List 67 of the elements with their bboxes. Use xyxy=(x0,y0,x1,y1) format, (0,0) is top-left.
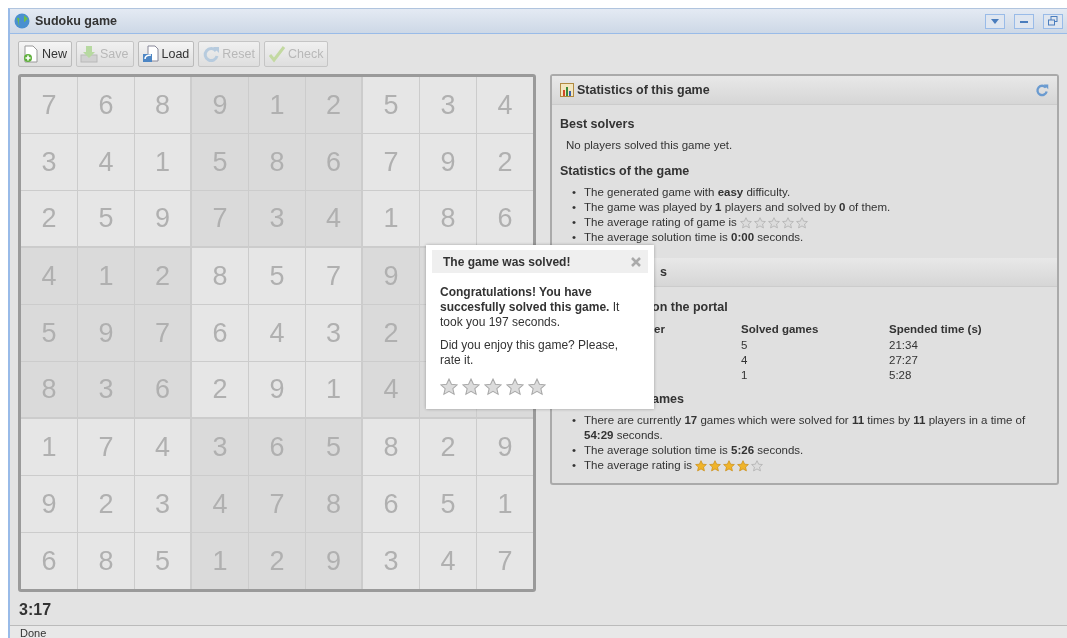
star-icon xyxy=(796,216,808,229)
star-icon xyxy=(695,459,708,472)
column-header: Spended time (s) xyxy=(889,323,982,335)
dialog-question: Did you enjoy this game? Please, rate it. xyxy=(440,338,620,368)
stats-item: The generated game with easy difficulty. xyxy=(584,186,791,198)
star-icon[interactable] xyxy=(440,378,458,396)
minimize-icon xyxy=(1020,19,1028,23)
status-bar: Done xyxy=(10,625,1067,638)
star-icon xyxy=(737,459,750,472)
bullet: • xyxy=(572,185,577,200)
chart-icon xyxy=(560,83,574,97)
download-tray-icon xyxy=(80,45,98,63)
minimize-button[interactable] xyxy=(1014,13,1034,29)
globe-icon xyxy=(14,13,30,29)
timer: 3:17 xyxy=(19,601,53,619)
caret-icon xyxy=(991,18,999,24)
table-cell: 27:27 xyxy=(889,354,918,366)
dialog-title: The game was solved! xyxy=(443,254,571,269)
stats-item: There are currently 17 games which were solved for 11 times by 11 players in a time of 54:29 seconds. xyxy=(584,414,1026,441)
new-document-icon xyxy=(22,45,40,63)
bullet: • xyxy=(572,200,577,215)
bullet: • xyxy=(572,230,577,245)
stats-item: The average rating is xyxy=(584,459,693,471)
bullet: • xyxy=(572,215,577,230)
star-icon xyxy=(709,459,722,472)
stats-item: The game was played by 1 players and solved by 0 of them. xyxy=(584,201,891,213)
section-heading: Statistics of the game xyxy=(560,164,691,179)
restore-icon xyxy=(1048,16,1058,26)
star-icon xyxy=(782,216,794,229)
stats-item: The average solution time is 0:00 seconds. xyxy=(584,231,804,243)
star-icon[interactable] xyxy=(484,378,502,396)
stats-item: The average rating of game is xyxy=(584,216,737,228)
star-icon[interactable] xyxy=(506,378,524,396)
star-icon xyxy=(751,459,764,472)
bullet: • xyxy=(572,443,577,458)
panel-title: s xyxy=(660,265,668,279)
star-icon xyxy=(723,459,736,472)
column-header: er xyxy=(654,323,665,335)
refresh-icon[interactable] xyxy=(1035,83,1049,97)
refresh-icon xyxy=(202,45,221,63)
table-cell: 4 xyxy=(741,354,748,366)
section-heading: Best solvers xyxy=(560,117,636,132)
close-button[interactable] xyxy=(631,256,641,267)
dropdown-button[interactable] xyxy=(985,13,1005,29)
star-icon xyxy=(754,216,766,229)
folder-arrow-icon xyxy=(141,45,160,63)
close-icon xyxy=(631,256,641,267)
star-icon[interactable] xyxy=(528,378,546,396)
empty-message: No players solved this game yet. xyxy=(566,138,734,152)
table-cell: 5 xyxy=(741,339,748,351)
table-cell: 5:28 xyxy=(889,369,912,381)
restore-button[interactable] xyxy=(1043,13,1063,29)
stats-item: The average solution time is 5:26 seconds. xyxy=(584,444,804,456)
window-title: Sudoku game xyxy=(35,14,118,28)
star-icon xyxy=(768,216,780,229)
star-icon xyxy=(740,216,752,229)
check-mark-icon xyxy=(268,45,286,63)
star-icon[interactable] xyxy=(462,378,480,396)
new-button[interactable]: New xyxy=(18,41,72,67)
dialog-message: Congratulations! You have succesfully solved this game. It took you 197 seconds. xyxy=(440,285,621,330)
table-cell: 1 xyxy=(741,369,748,381)
panel-title: Statistics of this game xyxy=(577,83,711,97)
load-button[interactable]: Load xyxy=(137,41,195,67)
bullet: • xyxy=(572,458,577,473)
table-cell: 21:34 xyxy=(889,339,918,351)
column-header: Solved games xyxy=(741,323,819,335)
bullet: • xyxy=(572,413,577,428)
